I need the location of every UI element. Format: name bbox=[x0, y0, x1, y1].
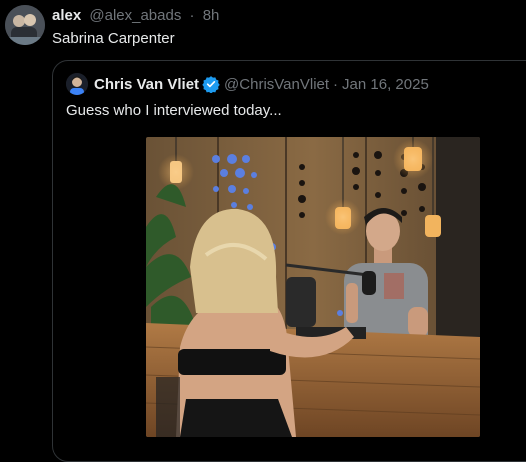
quote-separator: · bbox=[333, 75, 339, 93]
quote-date[interactable]: Jan 16, 2025 bbox=[342, 76, 429, 93]
post-text: Sabrina Carpenter bbox=[52, 30, 175, 47]
post-header: alex @alex_abads · 8h bbox=[52, 7, 219, 25]
quote-author-handle[interactable]: @ChrisVanVliet bbox=[224, 76, 329, 93]
quote-author-name[interactable]: Chris Van Vliet bbox=[94, 76, 199, 93]
author-name[interactable]: alex bbox=[52, 7, 81, 24]
verified-badge-icon bbox=[202, 75, 220, 93]
separator: · bbox=[189, 7, 195, 24]
post-time[interactable]: 8h bbox=[203, 7, 220, 24]
quote-media-image[interactable] bbox=[146, 137, 480, 437]
author-handle[interactable]: @alex_abads bbox=[89, 7, 181, 24]
author-avatar[interactable] bbox=[5, 5, 45, 45]
quote-header: Chris Van Vliet @ChrisVanVliet · Jan 16,… bbox=[66, 73, 429, 95]
quoted-post[interactable]: Chris Van Vliet @ChrisVanVliet · Jan 16,… bbox=[52, 60, 526, 462]
quote-author-avatar[interactable] bbox=[66, 73, 88, 95]
quote-text: Guess who I interviewed today... bbox=[66, 102, 282, 119]
